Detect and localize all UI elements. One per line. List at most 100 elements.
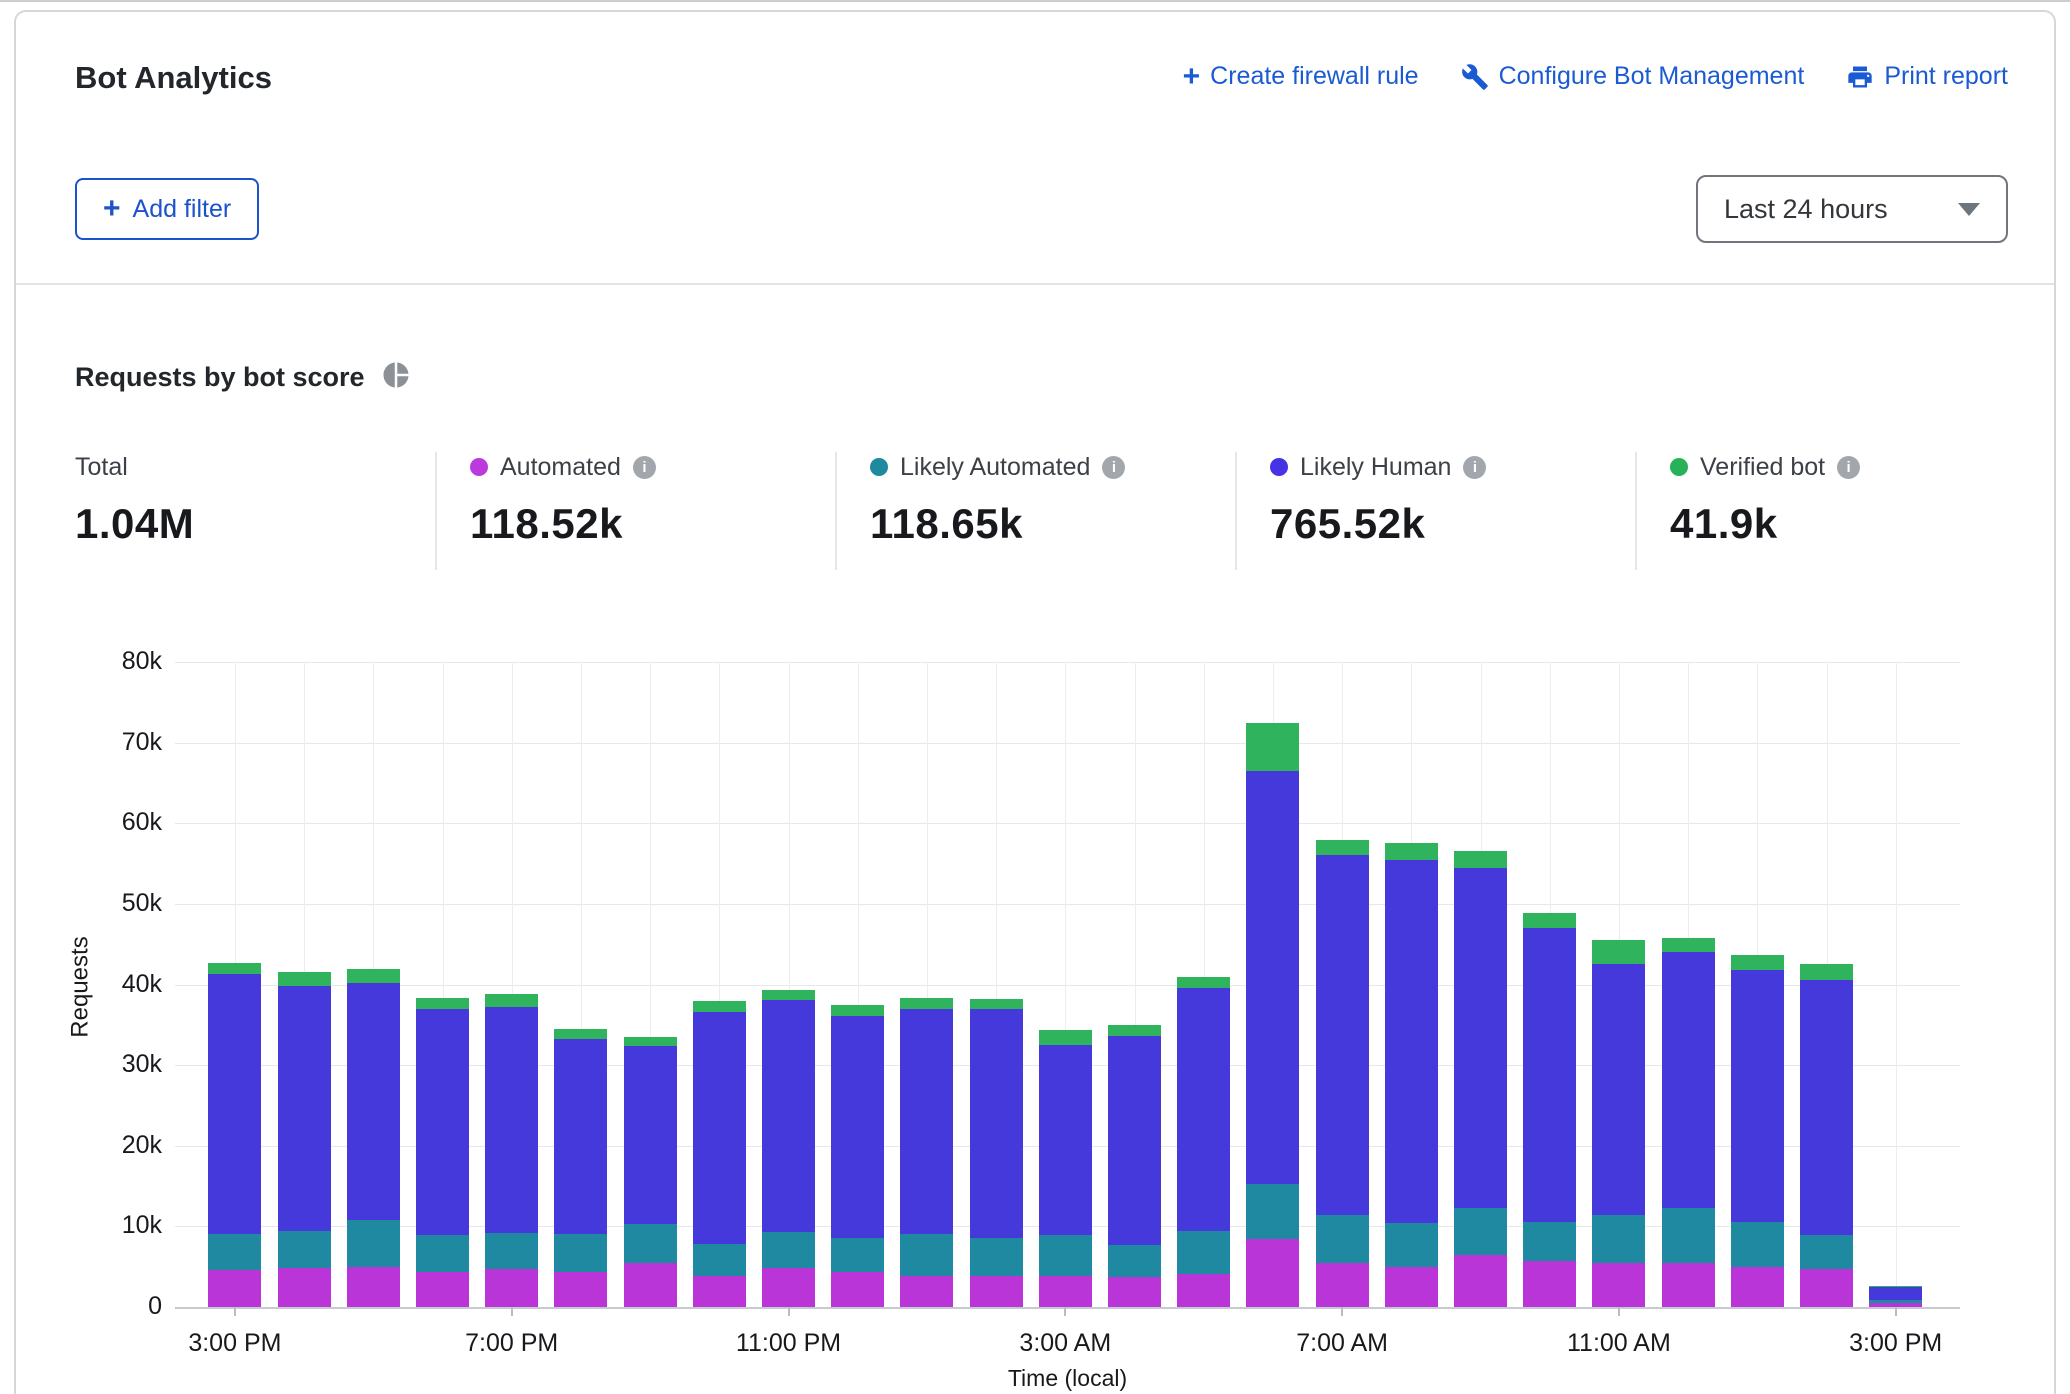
chart-bar-11-00-am[interactable] [1592, 940, 1645, 1307]
bar-segment-automated[interactable] [1385, 1267, 1438, 1307]
bar-segment-automated[interactable] [1800, 1269, 1853, 1307]
bar-segment-likely-automated[interactable] [900, 1234, 953, 1276]
bar-segment-verified-bot[interactable] [762, 990, 815, 1000]
configure-bot-management-link[interactable]: Configure Bot Management [1461, 62, 1805, 91]
bar-segment-likely-automated[interactable] [831, 1238, 884, 1272]
chart-bar-4-00-am[interactable] [1108, 1025, 1161, 1307]
bar-segment-likely-human[interactable] [1246, 771, 1299, 1185]
bar-segment-likely-human[interactable] [1385, 860, 1438, 1223]
chart-bar-3-00-am[interactable] [1039, 1030, 1092, 1307]
chart-bar-3-00-pm[interactable] [1869, 1286, 1922, 1307]
bar-segment-likely-human[interactable] [624, 1046, 677, 1224]
bar-segment-automated[interactable] [762, 1268, 815, 1307]
bar-segment-verified-bot[interactable] [1592, 940, 1645, 963]
bar-segment-automated[interactable] [693, 1276, 746, 1307]
bar-segment-likely-automated[interactable] [1108, 1245, 1161, 1277]
bar-segment-automated[interactable] [1662, 1263, 1715, 1307]
chart-bar-7-00-pm[interactable] [485, 994, 538, 1307]
chart-bar-5-00-pm[interactable] [347, 969, 400, 1307]
bar-segment-likely-human[interactable] [1108, 1036, 1161, 1245]
bar-segment-likely-human[interactable] [1454, 868, 1507, 1208]
bar-segment-likely-human[interactable] [693, 1012, 746, 1244]
chart-bar-6-00-pm[interactable] [416, 998, 469, 1307]
bar-segment-likely-automated[interactable] [1454, 1208, 1507, 1256]
bar-segment-likely-human[interactable] [1731, 970, 1784, 1222]
bar-segment-likely-automated[interactable] [762, 1232, 815, 1268]
time-range-dropdown[interactable]: Last 24 hours [1696, 175, 2008, 243]
bar-segment-verified-bot[interactable] [1316, 840, 1369, 855]
bar-segment-likely-automated[interactable] [1731, 1222, 1784, 1267]
bar-segment-likely-human[interactable] [1662, 952, 1715, 1208]
bar-segment-likely-automated[interactable] [1523, 1222, 1576, 1261]
bar-segment-likely-automated[interactable] [416, 1235, 469, 1271]
bar-segment-automated[interactable] [831, 1272, 884, 1307]
bar-segment-verified-bot[interactable] [970, 999, 1023, 1009]
bar-segment-likely-automated[interactable] [1246, 1184, 1299, 1239]
info-icon[interactable]: i [1102, 456, 1125, 479]
bar-segment-likely-automated[interactable] [1662, 1208, 1715, 1264]
bar-segment-verified-bot[interactable] [1246, 723, 1299, 771]
bar-segment-likely-human[interactable] [970, 1009, 1023, 1239]
bar-segment-likely-human[interactable] [554, 1039, 607, 1235]
bar-segment-likely-automated[interactable] [208, 1234, 261, 1270]
bar-segment-automated[interactable] [1039, 1276, 1092, 1307]
bar-segment-automated[interactable] [1731, 1267, 1784, 1307]
bar-segment-likely-automated[interactable] [554, 1234, 607, 1271]
bar-segment-automated[interactable] [278, 1268, 331, 1307]
chart-bar-8-00-pm[interactable] [554, 1029, 607, 1307]
bar-segment-likely-human[interactable] [1316, 855, 1369, 1215]
bar-segment-verified-bot[interactable] [900, 998, 953, 1008]
bar-segment-likely-human[interactable] [1869, 1287, 1922, 1300]
bar-segment-likely-human[interactable] [831, 1016, 884, 1238]
bar-segment-verified-bot[interactable] [278, 972, 331, 986]
bar-segment-verified-bot[interactable] [1731, 955, 1784, 970]
bar-segment-automated[interactable] [1316, 1263, 1369, 1307]
bar-segment-verified-bot[interactable] [1039, 1030, 1092, 1045]
bar-segment-automated[interactable] [1177, 1274, 1230, 1307]
bar-segment-automated[interactable] [485, 1269, 538, 1307]
bar-segment-likely-automated[interactable] [347, 1220, 400, 1267]
bar-segment-likely-automated[interactable] [624, 1224, 677, 1264]
chart-bar-11-00-pm[interactable] [762, 990, 815, 1307]
chart-bar-12-00-am[interactable] [831, 1005, 884, 1307]
bar-segment-likely-human[interactable] [1523, 928, 1576, 1222]
bar-segment-automated[interactable] [1108, 1277, 1161, 1307]
bar-segment-automated[interactable] [1246, 1239, 1299, 1307]
bar-segment-likely-automated[interactable] [1385, 1223, 1438, 1267]
info-icon[interactable]: i [1837, 456, 1860, 479]
bar-segment-verified-bot[interactable] [1177, 977, 1230, 987]
create-firewall-rule-link[interactable]: + Create firewall rule [1183, 62, 1419, 91]
print-report-link[interactable]: Print report [1846, 62, 2008, 91]
chart-bar-5-00-am[interactable] [1177, 977, 1230, 1307]
bar-segment-likely-human[interactable] [416, 1009, 469, 1236]
bar-segment-verified-bot[interactable] [693, 1001, 746, 1012]
bar-segment-likely-human[interactable] [1039, 1045, 1092, 1235]
bar-segment-likely-human[interactable] [278, 986, 331, 1231]
bar-segment-automated[interactable] [970, 1276, 1023, 1307]
chart-bar-10-00-am[interactable] [1523, 913, 1576, 1307]
bar-segment-likely-human[interactable] [1800, 980, 1853, 1236]
bar-segment-likely-automated[interactable] [1039, 1235, 1092, 1275]
bar-segment-verified-bot[interactable] [416, 998, 469, 1008]
bar-segment-likely-human[interactable] [208, 974, 261, 1234]
bar-segment-likely-automated[interactable] [485, 1233, 538, 1269]
bar-segment-verified-bot[interactable] [1800, 964, 1853, 980]
chart-bar-3-00-pm[interactable] [208, 963, 261, 1307]
bar-segment-likely-automated[interactable] [1592, 1215, 1645, 1263]
bar-segment-likely-human[interactable] [762, 1000, 815, 1232]
chart-bar-4-00-pm[interactable] [278, 972, 331, 1307]
bar-segment-verified-bot[interactable] [485, 994, 538, 1007]
bar-segment-likely-automated[interactable] [278, 1231, 331, 1268]
bar-segment-likely-automated[interactable] [970, 1238, 1023, 1275]
bar-segment-automated[interactable] [554, 1272, 607, 1307]
bar-segment-automated[interactable] [900, 1276, 953, 1307]
bar-segment-automated[interactable] [1523, 1261, 1576, 1307]
bar-segment-likely-human[interactable] [900, 1009, 953, 1235]
chart-bar-1-00-am[interactable] [900, 998, 953, 1307]
bar-segment-automated[interactable] [624, 1263, 677, 1307]
bar-segment-verified-bot[interactable] [1662, 938, 1715, 953]
chart-bar-2-00-pm[interactable] [1800, 964, 1853, 1307]
bar-segment-verified-bot[interactable] [347, 969, 400, 983]
bar-segment-verified-bot[interactable] [208, 963, 261, 974]
bar-segment-verified-bot[interactable] [1523, 913, 1576, 928]
